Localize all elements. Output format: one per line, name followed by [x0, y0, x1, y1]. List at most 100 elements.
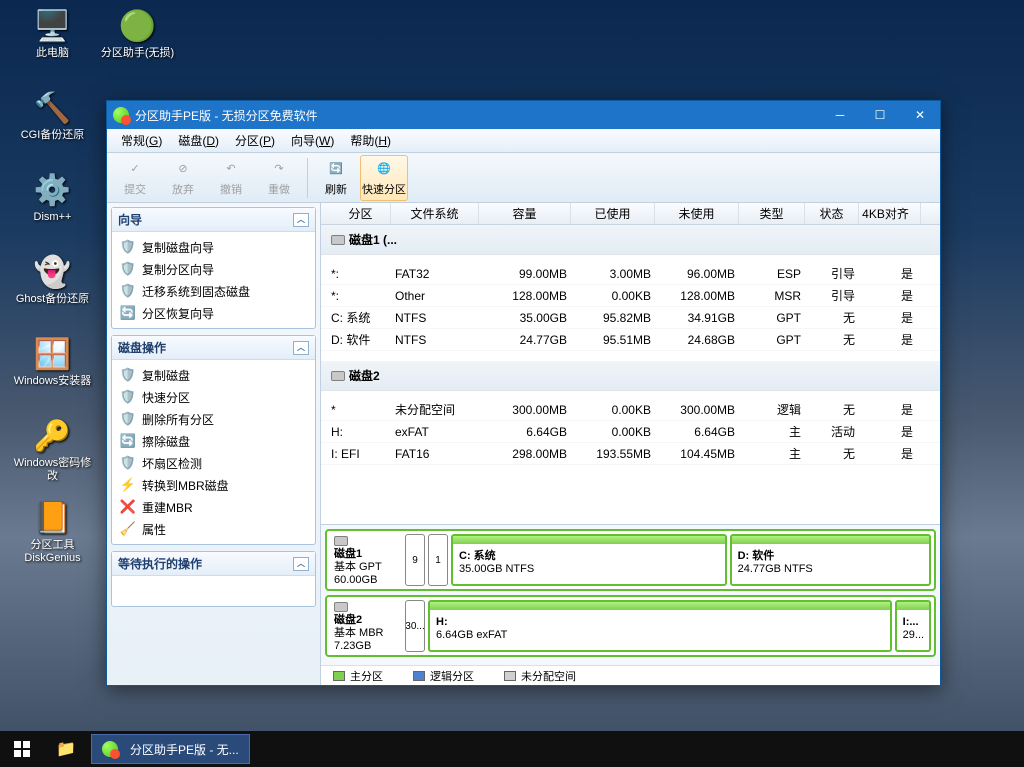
sidebar-item-label: 重建MBR [142, 499, 193, 516]
column-header[interactable]: 已使用 [571, 203, 655, 224]
sidebar-item-label: 擦除磁盘 [142, 433, 190, 450]
desktop-icon-label: Windows密码修改 [10, 457, 95, 483]
panel-header[interactable]: 等待执行的操作︿ [112, 552, 315, 576]
disk-map[interactable]: 磁盘2基本 MBR7.23GB30...H:6.64GB exFATI:...2… [325, 595, 936, 657]
menu-item[interactable]: 磁盘(D) [170, 130, 227, 151]
sidebar-item[interactable]: 🛡️复制磁盘 [112, 364, 315, 386]
close-button[interactable]: ✕ [900, 101, 940, 129]
menu-item[interactable]: 分区(P) [227, 130, 283, 151]
sidebar-item[interactable]: 🛡️ 复制磁盘向导 [112, 236, 315, 258]
partition-segment[interactable]: 1 [428, 534, 448, 586]
partition-grid[interactable]: 磁盘1 (... *:FAT3299.00MB3.00MB96.00MBESP引导… [321, 225, 940, 524]
file-explorer-button[interactable]: 📁 [44, 731, 88, 767]
desktop-icon[interactable]: 🖥️此电脑 [10, 5, 95, 85]
partition-row[interactable]: C: 系统NTFS35.00GB95.82MB34.91GBGPT无是 [321, 307, 940, 329]
sidebar-item[interactable]: ❌重建MBR [112, 496, 315, 518]
desktop-icon[interactable]: 🪟Windows安装器 [10, 333, 95, 413]
minimize-button[interactable]: ─ [820, 101, 860, 129]
cell-align: 是 [859, 287, 921, 304]
column-header[interactable]: 分区 [321, 203, 391, 224]
menu-item[interactable]: 向导(W) [283, 130, 342, 151]
sidebar-item[interactable]: ⚡转换到MBR磁盘 [112, 474, 315, 496]
app-icon: 👻 [32, 251, 74, 293]
seg-sub: 35.00GB NTFS [459, 563, 719, 576]
partition-row[interactable]: *:FAT3299.00MB3.00MB96.00MBESP引导是 [321, 263, 940, 285]
sidebar-item[interactable]: 🔄分区恢复向导 [112, 302, 315, 324]
toolbar-icon: 🌐 [374, 159, 394, 179]
sidebar-panel: 磁盘操作 ︿ 🛡️复制磁盘🛡️快速分区🛡️删除所有分区🔄擦除磁盘🛡️坏扇区检测⚡转换… [111, 335, 316, 545]
cell-cap: 35.00GB [479, 311, 571, 325]
desktop-icon[interactable]: ⚙️Dism++ [10, 169, 95, 249]
column-header[interactable]: 容量 [479, 203, 571, 224]
desktop-icon[interactable]: 👻Ghost备份还原 [10, 251, 95, 331]
taskbar-app[interactable]: 分区助手PE版 - 无... [91, 734, 250, 764]
partition-segment[interactable]: C: 系统35.00GB NTFS [451, 534, 727, 586]
partition-row[interactable]: *:Other128.00MB0.00KB128.00MBMSR引导是 [321, 285, 940, 307]
desktop-icon[interactable]: 📙分区工具DiskGenius [10, 497, 95, 577]
toolbar-提交: ✓提交 [111, 155, 159, 201]
sidebar-item[interactable]: 🧹属性 [112, 518, 315, 540]
toolbar-刷新[interactable]: 🔄刷新 [312, 155, 360, 201]
collapse-icon[interactable]: ︿ [293, 213, 309, 227]
panel-title: 磁盘操作 [118, 339, 166, 356]
seg-name: D: 软件 [738, 550, 923, 563]
collapse-icon[interactable]: ︿ [293, 557, 309, 571]
cell-stat: 无 [805, 309, 859, 326]
cell-stat: 无 [805, 401, 859, 418]
cell-align: 是 [859, 265, 921, 282]
partition-row[interactable]: I: EFIFAT16298.00MB193.55MB104.45MB主无是 [321, 443, 940, 465]
column-header[interactable]: 类型 [739, 203, 805, 224]
desktop-icon[interactable]: 🟢 分区助手(无损) [95, 5, 180, 85]
start-button[interactable] [0, 731, 44, 767]
partition-segment[interactable]: 9 [405, 534, 425, 586]
partition-segment[interactable]: I:...29... [895, 600, 931, 652]
menu-item[interactable]: 帮助(H) [342, 130, 399, 151]
sidebar-item[interactable]: 🛡️删除所有分区 [112, 408, 315, 430]
collapse-icon[interactable]: ︿ [293, 341, 309, 355]
menu-item[interactable]: 常规(G) [113, 130, 170, 151]
partition-segment[interactable]: D: 软件24.77GB NTFS [730, 534, 931, 586]
panel-header[interactable]: 向导︿ [112, 208, 315, 232]
sidebar-item[interactable]: 🛡️复制分区向导 [112, 258, 315, 280]
toolbar-label: 放弃 [172, 181, 194, 197]
item-icon: 🛡️ [120, 239, 136, 255]
toolbar-icon: ↶ [221, 159, 241, 179]
disk-header-row[interactable]: 磁盘1 (... [321, 225, 940, 255]
partition-segment[interactable]: H:6.64GB exFAT [428, 600, 892, 652]
cell-fs: exFAT [391, 425, 479, 439]
toolbar-快速分区[interactable]: 🌐快速分区 [360, 155, 408, 201]
item-icon: 🛡️ [120, 455, 136, 471]
cell-cap: 99.00MB [479, 267, 571, 281]
panel-header[interactable]: 磁盘操作 ︿ [112, 336, 315, 360]
sidebar: 向导︿🛡️复制磁盘向导🛡️复制分区向导🛡️迁移系统到固态磁盘🔄分区恢复向导磁盘操… [107, 203, 321, 685]
sidebar-item-label: 复制磁盘向导 [142, 239, 214, 256]
legend-item: 未分配空间 [504, 668, 576, 684]
sidebar-item[interactable]: 🛡️迁移系统到固态磁盘 [112, 280, 315, 302]
titlebar[interactable]: 分区助手PE版 - 无损分区免费软件 ─ ☐ ✕ [107, 101, 940, 129]
cell-align: 是 [859, 401, 921, 418]
disk-title: 磁盘1 (... [349, 231, 397, 248]
column-header[interactable]: 状态 [805, 203, 859, 224]
sidebar-item[interactable]: 🛡️快速分区 [112, 386, 315, 408]
desktop-icon[interactable]: 🔑Windows密码修改 [10, 415, 95, 495]
sidebar-item[interactable]: 🛡️坏扇区检测 [112, 452, 315, 474]
column-header[interactable]: 文件系统 [391, 203, 479, 224]
disk-map-info: 磁盘2基本 MBR7.23GB [330, 600, 402, 652]
partition-row[interactable]: H:exFAT6.64GB0.00KB6.64GB主活动是 [321, 421, 940, 443]
maximize-button[interactable]: ☐ [860, 101, 900, 129]
legend-swatch [413, 671, 425, 681]
partition-row[interactable]: D: 软件NTFS24.77GB95.51MB24.68GBGPT无是 [321, 329, 940, 351]
disk-header-row[interactable]: 磁盘2 [321, 361, 940, 391]
sidebar-item-label: 转换到MBR磁盘 [142, 477, 229, 494]
partition-segment[interactable]: 30... [405, 600, 425, 652]
sidebar-item[interactable]: 🔄擦除磁盘 [112, 430, 315, 452]
disk-map[interactable]: 磁盘1基本 GPT60.00GB91C: 系统35.00GB NTFSD: 软件… [325, 529, 936, 591]
toolbar-label: 刷新 [325, 181, 347, 197]
legend-item: 主分区 [333, 668, 383, 684]
column-header[interactable]: 未使用 [655, 203, 739, 224]
cell-stat: 无 [805, 331, 859, 348]
column-header[interactable]: 4KB对齐 [859, 203, 921, 224]
sidebar-item-label: 复制分区向导 [142, 261, 214, 278]
desktop-icon[interactable]: 🔨CGI备份还原 [10, 87, 95, 167]
partition-row[interactable]: *未分配空间300.00MB0.00KB300.00MB逻辑无是 [321, 399, 940, 421]
